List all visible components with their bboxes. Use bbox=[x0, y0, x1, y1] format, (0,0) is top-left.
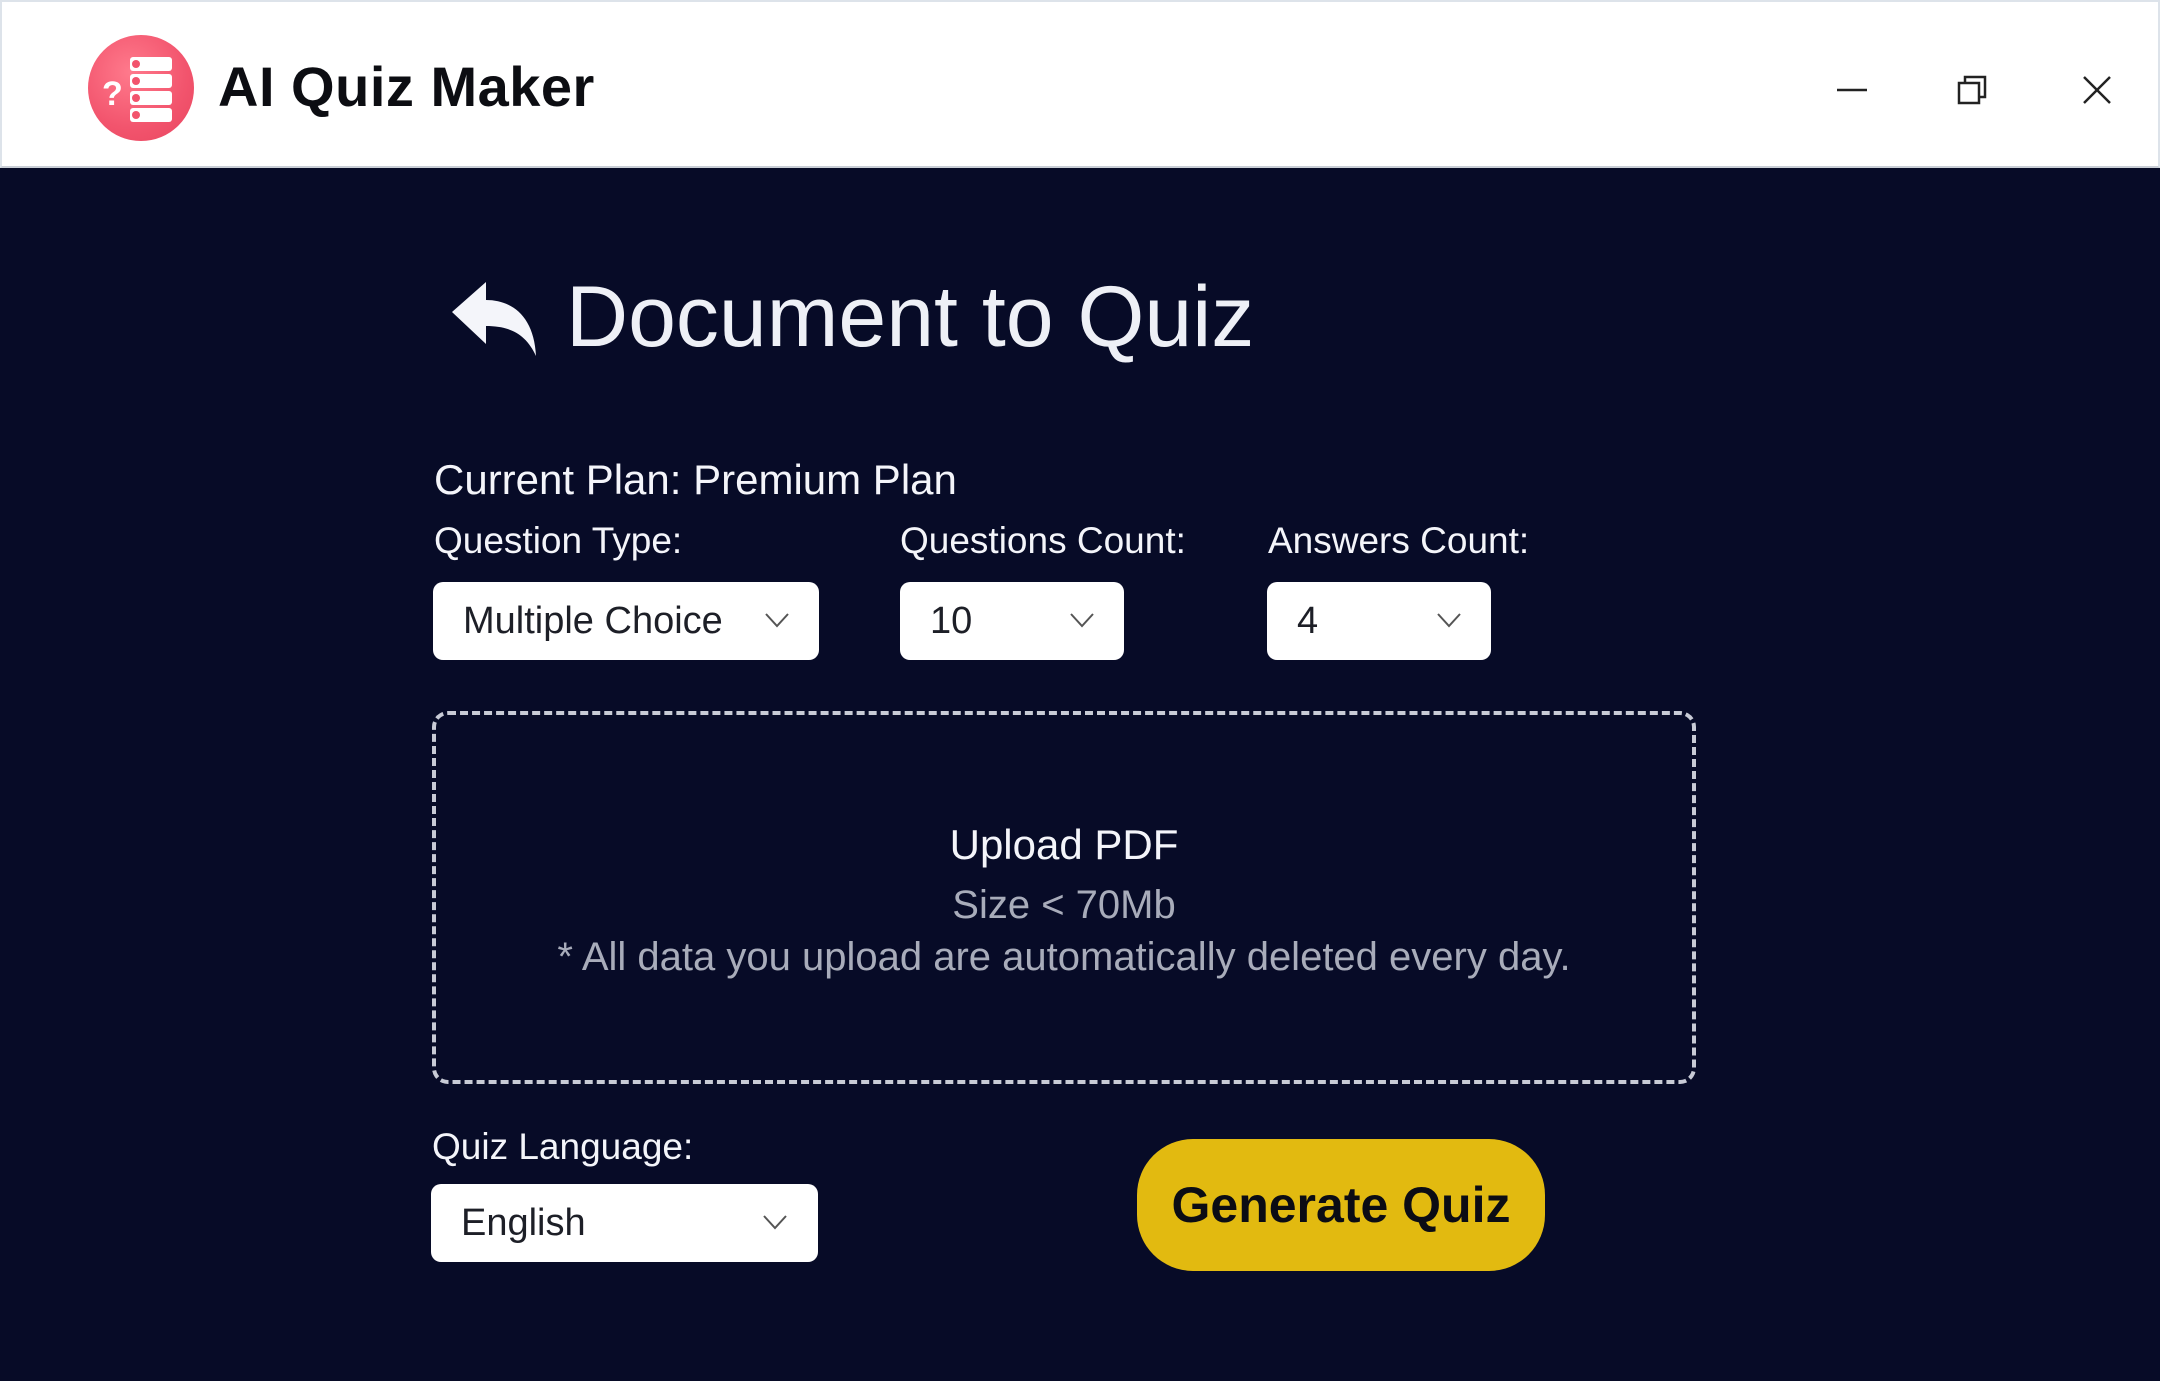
restore-button[interactable] bbox=[1932, 50, 2012, 130]
quiz-language-select[interactable]: English bbox=[431, 1184, 818, 1262]
upload-privacy-note: * All data you upload are automatically … bbox=[557, 935, 1571, 979]
minimize-button[interactable] bbox=[1812, 50, 1892, 130]
generate-quiz-button[interactable]: Generate Quiz bbox=[1137, 1139, 1545, 1271]
chevron-down-icon bbox=[1070, 613, 1094, 628]
questions-count-value: 10 bbox=[930, 599, 973, 642]
answers-count-label: Answers Count: bbox=[1268, 520, 1530, 561]
close-icon bbox=[2083, 76, 2111, 104]
chevron-down-icon bbox=[763, 1215, 787, 1230]
restore-icon bbox=[1957, 75, 1987, 105]
question-type-value: Multiple Choice bbox=[463, 599, 723, 642]
quiz-logo-icon: ? bbox=[88, 35, 194, 141]
upload-title: Upload PDF bbox=[949, 821, 1179, 868]
page-title: Document to Quiz bbox=[566, 269, 1255, 365]
questions-count-select[interactable]: 10 bbox=[900, 582, 1124, 660]
quiz-language-value: English bbox=[461, 1201, 586, 1244]
quiz-language-label: Quiz Language: bbox=[432, 1126, 694, 1167]
back-arrow-icon bbox=[452, 282, 536, 356]
question-type-label: Question Type: bbox=[434, 520, 683, 561]
chevron-down-icon bbox=[765, 613, 789, 628]
svg-text:?: ? bbox=[102, 75, 123, 113]
answers-count-select[interactable]: 4 bbox=[1267, 582, 1491, 660]
title-bar: ? AI Quiz Maker bbox=[0, 0, 2160, 168]
current-plan-text: Current Plan: Premium Plan bbox=[434, 456, 957, 503]
question-type-select[interactable]: Multiple Choice bbox=[433, 582, 819, 660]
questions-count-label: Questions Count: bbox=[900, 520, 1186, 561]
close-button[interactable] bbox=[2057, 50, 2137, 130]
app-title: AI Quiz Maker bbox=[218, 55, 595, 118]
upload-pdf-dropzone[interactable]: Upload PDF Size < 70Mb * All data you up… bbox=[432, 711, 1696, 1084]
upload-size-limit: Size < 70Mb bbox=[952, 883, 1176, 927]
answers-count-value: 4 bbox=[1297, 599, 1319, 642]
chevron-down-icon bbox=[1437, 613, 1461, 628]
minimize-icon bbox=[1837, 88, 1867, 92]
back-button[interactable] bbox=[446, 276, 542, 362]
